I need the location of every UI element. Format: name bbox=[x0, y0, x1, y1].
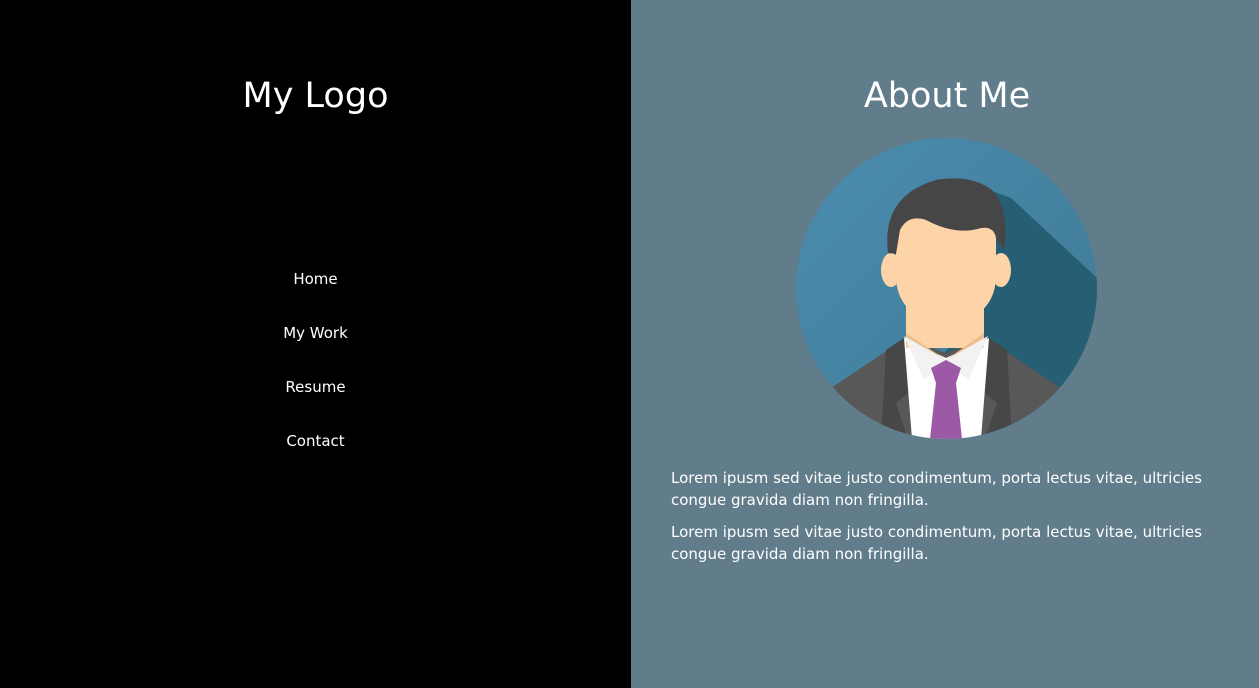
page-title: About Me bbox=[863, 76, 1031, 116]
nav-item-my-work: My Work bbox=[0, 318, 631, 372]
about-paragraph: Lorem ipusm sed vitae justo condimentum,… bbox=[671, 523, 1202, 563]
main-content: About Me Lorem ipusm sed vitae justo con… bbox=[631, 0, 1259, 688]
businessman-avatar-icon bbox=[796, 138, 1097, 439]
nav-menu: Home My Work Resume Contact bbox=[0, 264, 631, 480]
nav-item-contact: Contact bbox=[0, 426, 631, 480]
about-paragraph: Lorem ipusm sed vitae justo condimentum,… bbox=[671, 469, 1202, 509]
nav-link-home[interactable]: Home bbox=[293, 270, 337, 288]
page: My Logo Home My Work Resume Contact Abou… bbox=[0, 0, 1259, 688]
sidebar: My Logo Home My Work Resume Contact bbox=[0, 0, 631, 688]
nav-item-home: Home bbox=[0, 264, 631, 318]
nav-link-resume[interactable]: Resume bbox=[285, 378, 345, 396]
logo[interactable]: My Logo bbox=[0, 74, 631, 118]
nav-link-contact[interactable]: Contact bbox=[286, 432, 344, 450]
nav-link-my-work[interactable]: My Work bbox=[283, 324, 348, 342]
nav-item-resume: Resume bbox=[0, 372, 631, 426]
